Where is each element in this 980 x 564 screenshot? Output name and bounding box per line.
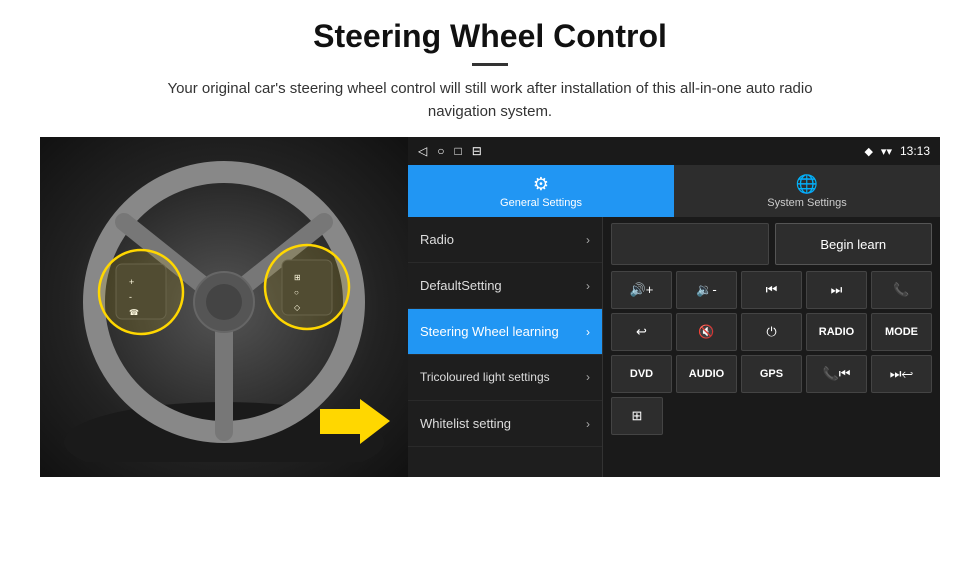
- status-bar: ◁ ○ □ ⊟ ◆ ▾▾ 13:13: [408, 137, 940, 165]
- prev-icon: ⏮: [766, 282, 778, 298]
- skip-next-button[interactable]: ⏭↩: [871, 355, 932, 393]
- radio-label: RADIO: [819, 326, 854, 338]
- chevron-tricoloured: ›: [586, 370, 590, 386]
- page-container: Steering Wheel Control Your original car…: [0, 0, 980, 497]
- control-grid: 🔊+ 🔉- ⏮ ⏭ 📞: [611, 271, 932, 435]
- audio-label: AUDIO: [689, 368, 724, 380]
- subtitle-text: Your original car's steering wheel contr…: [140, 78, 840, 123]
- android-interface: ◁ ○ □ ⊟ ◆ ▾▾ 13:13 ⚙ General Settings: [408, 137, 940, 477]
- skip-next-icon: ⏭↩: [890, 366, 913, 382]
- prev-track-button[interactable]: ⏮: [741, 271, 802, 309]
- home-icon[interactable]: ○: [437, 144, 444, 158]
- phone-button-1[interactable]: 📞: [871, 271, 932, 309]
- radio-button[interactable]: RADIO: [806, 313, 867, 351]
- empty-input-box: [611, 223, 769, 265]
- media-icon-button[interactable]: ⊞: [611, 397, 663, 435]
- menu-item-default[interactable]: DefaultSetting ›: [408, 263, 602, 309]
- pickup-icon: ↩: [636, 324, 647, 340]
- direction-arrow: [320, 399, 390, 449]
- tab-general-label: General Settings: [500, 197, 582, 209]
- menu-whitelist-label: Whitelist setting: [420, 416, 511, 431]
- chevron-radio: ›: [586, 233, 590, 247]
- vol-up-icon: 🔊+: [630, 282, 654, 298]
- chevron-steering: ›: [586, 325, 590, 339]
- page-title: Steering Wheel Control: [40, 18, 940, 55]
- steering-bg: + - ☎ ⊞ ○ ◇: [40, 137, 408, 477]
- control-row-1: 🔊+ 🔉- ⏮ ⏭ 📞: [611, 271, 932, 309]
- dvd-label: DVD: [630, 368, 653, 380]
- gps-label: GPS: [760, 368, 783, 380]
- menu-tricoloured-label: Tricoloured light settings: [420, 370, 550, 386]
- menu-icon[interactable]: ⊟: [472, 144, 482, 158]
- mode-button[interactable]: MODE: [871, 313, 932, 351]
- tab-general-settings[interactable]: ⚙ General Settings: [408, 165, 674, 217]
- menu-list: Radio › DefaultSetting › Steering Wheel …: [408, 217, 603, 477]
- system-settings-icon: 🌐: [796, 174, 818, 195]
- next-track-button[interactable]: ⏭: [806, 271, 867, 309]
- phone-prev-icon: 📞⏮: [823, 366, 851, 382]
- control-top-row: Begin learn: [611, 223, 932, 265]
- media-icon: ⊞: [632, 408, 643, 424]
- menu-default-label: DefaultSetting: [420, 278, 502, 293]
- power-icon: ⏻: [766, 324, 776, 340]
- signal-icon: ▾▾: [881, 145, 892, 158]
- mute-icon: 🔇: [698, 324, 714, 340]
- begin-learn-button[interactable]: Begin learn: [775, 223, 933, 265]
- clock: 13:13: [900, 144, 930, 158]
- next-icon: ⏭: [831, 282, 843, 298]
- content-row: + - ☎ ⊞ ○ ◇: [40, 137, 940, 477]
- dvd-button[interactable]: DVD: [611, 355, 672, 393]
- control-row-2: ↩ 🔇 ⏻ RADIO MOD: [611, 313, 932, 351]
- mute-button[interactable]: 🔇: [676, 313, 737, 351]
- menu-item-steering[interactable]: Steering Wheel learning ›: [408, 309, 602, 355]
- tab-bar: ⚙ General Settings 🌐 System Settings: [408, 165, 940, 217]
- back-icon[interactable]: ◁: [418, 144, 427, 158]
- title-divider: [472, 63, 508, 66]
- status-bar-right: ◆ ▾▾ 13:13: [864, 144, 930, 158]
- vol-up-button[interactable]: 🔊+: [611, 271, 672, 309]
- pickup-button[interactable]: ↩: [611, 313, 672, 351]
- phone-prev-button[interactable]: 📞⏮: [806, 355, 867, 393]
- audio-button[interactable]: AUDIO: [676, 355, 737, 393]
- control-row-3: DVD AUDIO GPS 📞⏮: [611, 355, 932, 393]
- vol-down-button[interactable]: 🔉-: [676, 271, 737, 309]
- power-button[interactable]: ⏻: [741, 313, 802, 351]
- main-content: Radio › DefaultSetting › Steering Wheel …: [408, 217, 940, 477]
- status-bar-left: ◁ ○ □ ⊟: [418, 144, 482, 158]
- header-section: Steering Wheel Control Your original car…: [40, 18, 940, 123]
- phone-icon-1: 📞: [893, 282, 909, 298]
- location-icon: ◆: [864, 145, 872, 158]
- control-row-4: ⊞: [611, 397, 932, 435]
- menu-item-tricoloured[interactable]: Tricoloured light settings ›: [408, 355, 602, 401]
- chevron-default: ›: [586, 279, 590, 293]
- gps-button[interactable]: GPS: [741, 355, 802, 393]
- begin-learn-label: Begin learn: [820, 237, 886, 252]
- menu-item-radio[interactable]: Radio ›: [408, 217, 602, 263]
- tab-system-label: System Settings: [767, 197, 846, 209]
- tab-system-settings[interactable]: 🌐 System Settings: [674, 165, 940, 217]
- menu-steering-label: Steering Wheel learning: [420, 324, 559, 339]
- menu-item-whitelist[interactable]: Whitelist setting ›: [408, 401, 602, 447]
- chevron-whitelist: ›: [586, 417, 590, 431]
- recent-icon[interactable]: □: [454, 144, 461, 158]
- control-panel: Begin learn 🔊+ 🔉-: [603, 217, 940, 477]
- steering-wheel-image: + - ☎ ⊞ ○ ◇: [40, 137, 408, 477]
- menu-radio-label: Radio: [420, 232, 454, 247]
- general-settings-icon: ⚙: [533, 174, 549, 195]
- vol-down-icon: 🔉-: [696, 282, 717, 298]
- mode-label: MODE: [885, 326, 918, 338]
